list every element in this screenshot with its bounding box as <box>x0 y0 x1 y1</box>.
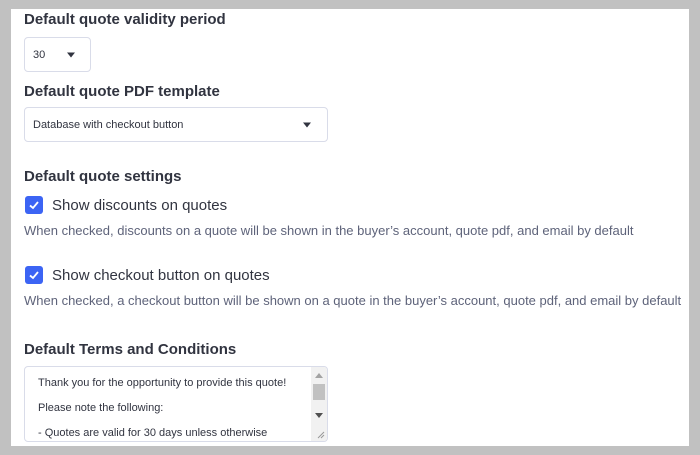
show-discounts-checkbox[interactable] <box>25 196 43 214</box>
terms-line: Thank you for the opportunity to provide… <box>38 377 287 389</box>
pdf-template-select[interactable]: Database with checkout button <box>24 107 328 142</box>
show-checkout-button-checkbox[interactable] <box>25 266 43 284</box>
terms-line: Please note the following: <box>38 402 164 414</box>
quote-settings-heading: Default quote settings <box>24 168 182 185</box>
scroll-up-icon[interactable] <box>315 373 323 378</box>
show-discounts-help: When checked, discounts on a quote will … <box>24 223 634 238</box>
checkmark-icon <box>29 201 39 210</box>
terms-heading: Default Terms and Conditions <box>24 341 237 358</box>
chevron-down-icon <box>303 122 311 127</box>
validity-period-heading: Default quote validity period <box>24 11 226 28</box>
show-checkout-button-help: When checked, a checkout button will be … <box>24 293 682 308</box>
terms-textarea[interactable]: Thank you for the opportunity to provide… <box>24 366 328 442</box>
quote-settings-panel: Default quote validity period 30 Default… <box>11 9 689 446</box>
chevron-down-icon <box>67 52 75 57</box>
terms-scrollbar[interactable] <box>311 367 327 441</box>
scroll-down-icon[interactable] <box>315 413 323 418</box>
terms-line: - Quotes are valid for 30 days unless ot… <box>38 427 268 439</box>
validity-period-select[interactable]: 30 <box>24 37 91 72</box>
show-discounts-label[interactable]: Show discounts on quotes <box>52 197 227 214</box>
show-checkout-button-label[interactable]: Show checkout button on quotes <box>52 267 270 284</box>
scrollbar-thumb[interactable] <box>313 384 325 400</box>
resize-handle-icon[interactable] <box>315 429 325 439</box>
validity-period-value: 30 <box>33 48 46 61</box>
pdf-template-heading: Default quote PDF template <box>24 83 220 100</box>
pdf-template-value: Database with checkout button <box>33 118 184 131</box>
checkmark-icon <box>29 271 39 280</box>
